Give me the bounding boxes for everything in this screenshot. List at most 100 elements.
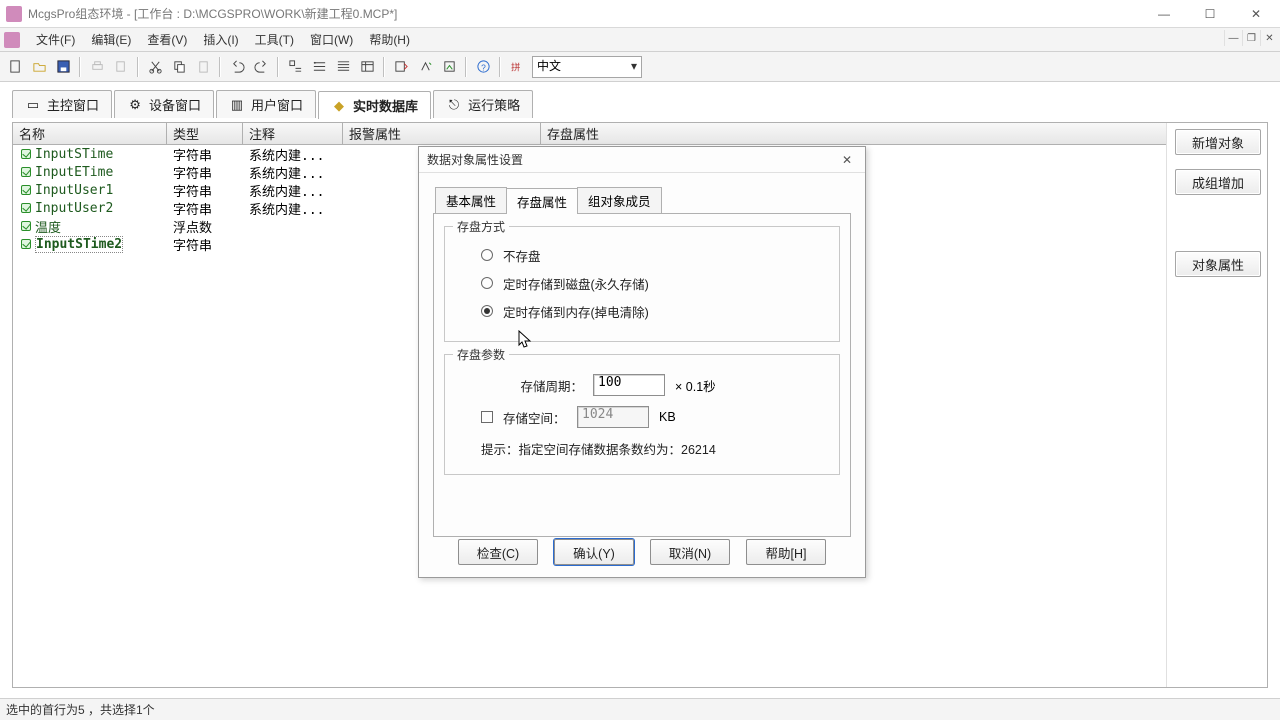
dialog-titlebar[interactable]: 数据对象属性设置 ✕: [419, 147, 865, 173]
space-input: 1024: [577, 406, 649, 428]
undo-icon[interactable]: [226, 56, 248, 78]
save-icon[interactable]: [52, 56, 74, 78]
col-comment[interactable]: 注释: [243, 123, 343, 144]
paste-icon[interactable]: [192, 56, 214, 78]
grid-header: 名称 类型 注释 报警属性 存盘属性: [13, 123, 1166, 145]
window-title: McgsPro组态环境 - [工作台 : D:\MCGSPRO\WORK\新建工…: [28, 5, 1150, 22]
menu-bar: 文件(F) 编辑(E) 查看(V) 插入(I) 工具(T) 窗口(W) 帮助(H…: [0, 28, 1280, 52]
radio-save-disk[interactable]: 定时存储到磁盘(永久存储): [461, 269, 823, 297]
group-add-button[interactable]: 成组增加: [1175, 169, 1261, 195]
dlg-tab-save[interactable]: 存盘属性: [506, 188, 578, 214]
cell-comment: 系统内建...: [243, 163, 343, 182]
cut-icon[interactable]: [144, 56, 166, 78]
cell-comment: 系统内建...: [243, 145, 343, 164]
col-alarm[interactable]: 报警属性: [343, 123, 541, 144]
mdi-restore-icon[interactable]: ❐: [1242, 30, 1260, 46]
save-mode-group: 存盘方式 不存盘 定时存储到磁盘(永久存储) 定时存储到内存(掉电清除): [444, 226, 840, 342]
cell-name: InputSTime2: [35, 236, 123, 253]
tab-strategy[interactable]: ⎋ 运行策略: [433, 90, 533, 118]
cell-name: InputUser1: [35, 183, 113, 198]
tab-main-window[interactable]: ▭ 主控窗口: [12, 90, 112, 118]
cell-type: 浮点数: [167, 217, 243, 236]
status-text: 选中的首行为5 ，共选择1个: [6, 701, 155, 718]
tool-e-icon[interactable]: [390, 56, 412, 78]
mdi-close-icon[interactable]: ✕: [1260, 30, 1278, 46]
cell-type: 字符串: [167, 199, 243, 218]
hint-count: 26214: [681, 443, 716, 457]
print-preview-icon[interactable]: [110, 56, 132, 78]
svg-text:?: ?: [481, 62, 486, 72]
close-button[interactable]: ✕: [1242, 4, 1270, 24]
col-save[interactable]: 存盘属性: [541, 123, 1166, 144]
row-icon: [19, 201, 33, 215]
period-unit: × 0.1秒: [675, 376, 716, 395]
cell-type: 字符串: [167, 145, 243, 164]
menu-edit[interactable]: 编辑(E): [83, 29, 139, 51]
check-button[interactable]: 检查(C): [458, 539, 538, 565]
tool-b-icon[interactable]: [308, 56, 330, 78]
tab-rtdb[interactable]: ◆实时数据库: [318, 91, 431, 119]
help-icon[interactable]: ?: [472, 56, 494, 78]
dlg-tab-basic[interactable]: 基本属性: [435, 187, 507, 213]
tool-g-icon[interactable]: [438, 56, 460, 78]
strategy-icon: ⎋: [446, 97, 462, 113]
menu-tool[interactable]: 工具(T): [247, 29, 302, 51]
mdi-minimize-icon[interactable]: —: [1224, 30, 1242, 46]
space-unit: KB: [659, 410, 676, 424]
space-label: 存储空间：: [503, 408, 567, 427]
col-name[interactable]: 名称: [13, 123, 167, 144]
radio-no-save[interactable]: 不存盘: [461, 241, 823, 269]
hint-prefix: 提示：指定空间存储数据条数约为：: [481, 443, 681, 457]
menu-file[interactable]: 文件(F): [28, 29, 83, 51]
object-prop-button[interactable]: 对象属性: [1175, 251, 1261, 277]
minimize-button[interactable]: —: [1150, 4, 1178, 24]
lang-toggle-icon[interactable]: 拼: [506, 56, 528, 78]
dlg-tab-group[interactable]: 组对象成员: [577, 187, 662, 213]
cell-type: 字符串: [167, 181, 243, 200]
toolbar: ? 拼 中文: [0, 52, 1280, 82]
property-dialog: 数据对象属性设置 ✕ 基本属性 存盘属性 组对象成员 存盘方式 不存盘 定时存储…: [418, 146, 866, 578]
cancel-button[interactable]: 取消(N): [650, 539, 730, 565]
title-bar: McgsPro组态环境 - [工作台 : D:\MCGSPRO\WORK\新建工…: [0, 0, 1280, 28]
user-window-icon: ▥: [229, 97, 245, 113]
tool-f-icon[interactable]: [414, 56, 436, 78]
menu-help[interactable]: 帮助(H): [361, 29, 418, 51]
menu-window[interactable]: 窗口(W): [302, 29, 361, 51]
language-select[interactable]: 中文: [532, 56, 642, 78]
menu-view[interactable]: 查看(V): [139, 29, 195, 51]
menu-insert[interactable]: 插入(I): [195, 29, 246, 51]
tab-label: 用户窗口: [251, 95, 303, 114]
tab-label: 主控窗口: [47, 95, 99, 114]
new-file-icon[interactable]: [4, 56, 26, 78]
period-row: 存储周期： 100 × 0.1秒: [461, 369, 823, 401]
radio-save-memory[interactable]: 定时存储到内存(掉电清除): [461, 297, 823, 325]
help-button[interactable]: 帮助[H]: [746, 539, 826, 565]
row-icon: [19, 219, 33, 233]
ok-button[interactable]: 确认(Y): [554, 539, 634, 565]
tool-c-icon[interactable]: [332, 56, 354, 78]
save-param-group: 存盘参数 存储周期： 100 × 0.1秒 存储空间： 1024 KB 提示：指…: [444, 354, 840, 475]
dialog-tabs: 基本属性 存盘属性 组对象成员: [435, 183, 851, 213]
main-window-icon: ▭: [25, 97, 41, 113]
copy-icon[interactable]: [168, 56, 190, 78]
tool-a-icon[interactable]: [284, 56, 306, 78]
new-object-button[interactable]: 新增对象: [1175, 129, 1261, 155]
redo-icon[interactable]: [250, 56, 272, 78]
row-icon: [19, 237, 33, 251]
save-mode-legend: 存盘方式: [453, 218, 509, 235]
language-value: 中文: [537, 59, 561, 73]
side-buttons: 新增对象 成组增加 对象属性: [1175, 129, 1261, 277]
open-file-icon[interactable]: [28, 56, 50, 78]
dialog-panel: 存盘方式 不存盘 定时存储到磁盘(永久存储) 定时存储到内存(掉电清除) 存盘参…: [433, 213, 851, 537]
tab-label: 运行策略: [468, 95, 520, 114]
tool-d-icon[interactable]: [356, 56, 378, 78]
maximize-button[interactable]: ☐: [1196, 4, 1224, 24]
tab-user-window[interactable]: ▥ 用户窗口: [216, 90, 316, 118]
period-input[interactable]: 100: [593, 374, 665, 396]
dialog-close-icon[interactable]: ✕: [837, 150, 857, 170]
print-icon[interactable]: [86, 56, 108, 78]
space-checkbox[interactable]: [481, 411, 493, 423]
col-type[interactable]: 类型: [167, 123, 243, 144]
tab-device-window[interactable]: ⚙设备窗口: [114, 90, 214, 118]
rtdb-icon: ◆: [331, 98, 347, 114]
